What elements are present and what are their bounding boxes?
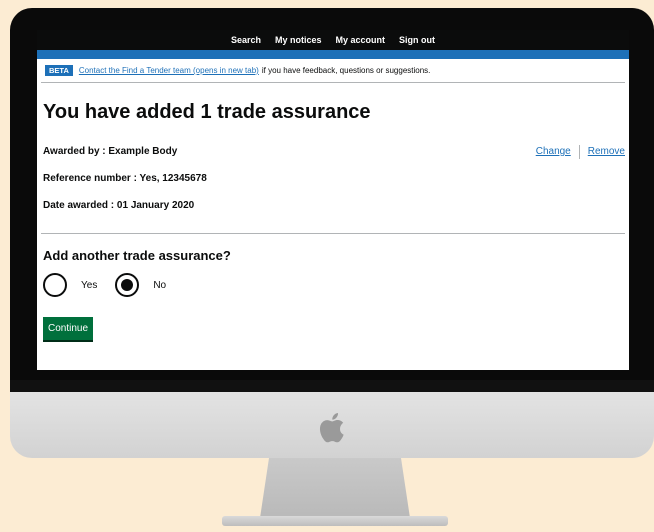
radio-yes-circle[interactable] [43, 273, 67, 297]
header-blue-bar [37, 50, 629, 59]
change-link[interactable]: Change [536, 146, 571, 157]
top-navigation: Search My notices My account Sign out [37, 30, 629, 50]
apple-logo-icon [319, 413, 344, 443]
beta-banner: BETA Contact the Find a Tender team (ope… [41, 59, 625, 83]
radio-no[interactable]: No [115, 273, 166, 297]
reference-number-text: Reference number : Yes, 12345678 [43, 173, 207, 184]
radio-yes-label: Yes [81, 279, 98, 291]
page-title: You have added 1 trade assurance [43, 101, 371, 123]
question-label: Add another trade assurance? [43, 248, 231, 263]
summary-row-awarded-by: Awarded by : Example Body Change Remove [41, 138, 625, 165]
radio-no-label: No [153, 279, 167, 291]
awarded-by-text: Awarded by : Example Body [43, 146, 178, 157]
section-divider [41, 233, 625, 234]
summary-actions: Change Remove [536, 144, 625, 159]
radio-no-circle[interactable] [115, 273, 140, 297]
main-content: You have added 1 trade assurance Awarded… [37, 101, 629, 340]
monitor-stand-base [222, 516, 448, 526]
date-awarded-text: Date awarded : 01 January 2020 [43, 200, 195, 211]
screen: Search My notices My account Sign out BE… [37, 30, 629, 370]
banner-text: if you have feedback, questions or sugge… [261, 66, 431, 75]
radio-yes[interactable]: Yes [43, 273, 97, 297]
feedback-link[interactable]: Contact the Find a Tender team (opens in… [79, 66, 259, 75]
radio-group: Yes No [43, 273, 625, 297]
action-separator [578, 144, 580, 159]
beta-tag: BETA [45, 65, 73, 76]
nav-my-account[interactable]: My account [336, 35, 386, 45]
summary-row-date: Date awarded : 01 January 2020 [41, 192, 625, 219]
monitor-bezel-bottom [10, 380, 654, 392]
monitor-stand [260, 458, 410, 518]
nav-my-notices[interactable]: My notices [275, 35, 322, 45]
nav-sign-out[interactable]: Sign out [399, 35, 435, 45]
summary-row-reference: Reference number : Yes, 12345678 [41, 165, 625, 192]
remove-link[interactable]: Remove [588, 146, 625, 157]
radio-selected-dot [121, 279, 134, 291]
continue-button[interactable]: Continue [43, 317, 94, 340]
nav-search[interactable]: Search [231, 35, 261, 45]
